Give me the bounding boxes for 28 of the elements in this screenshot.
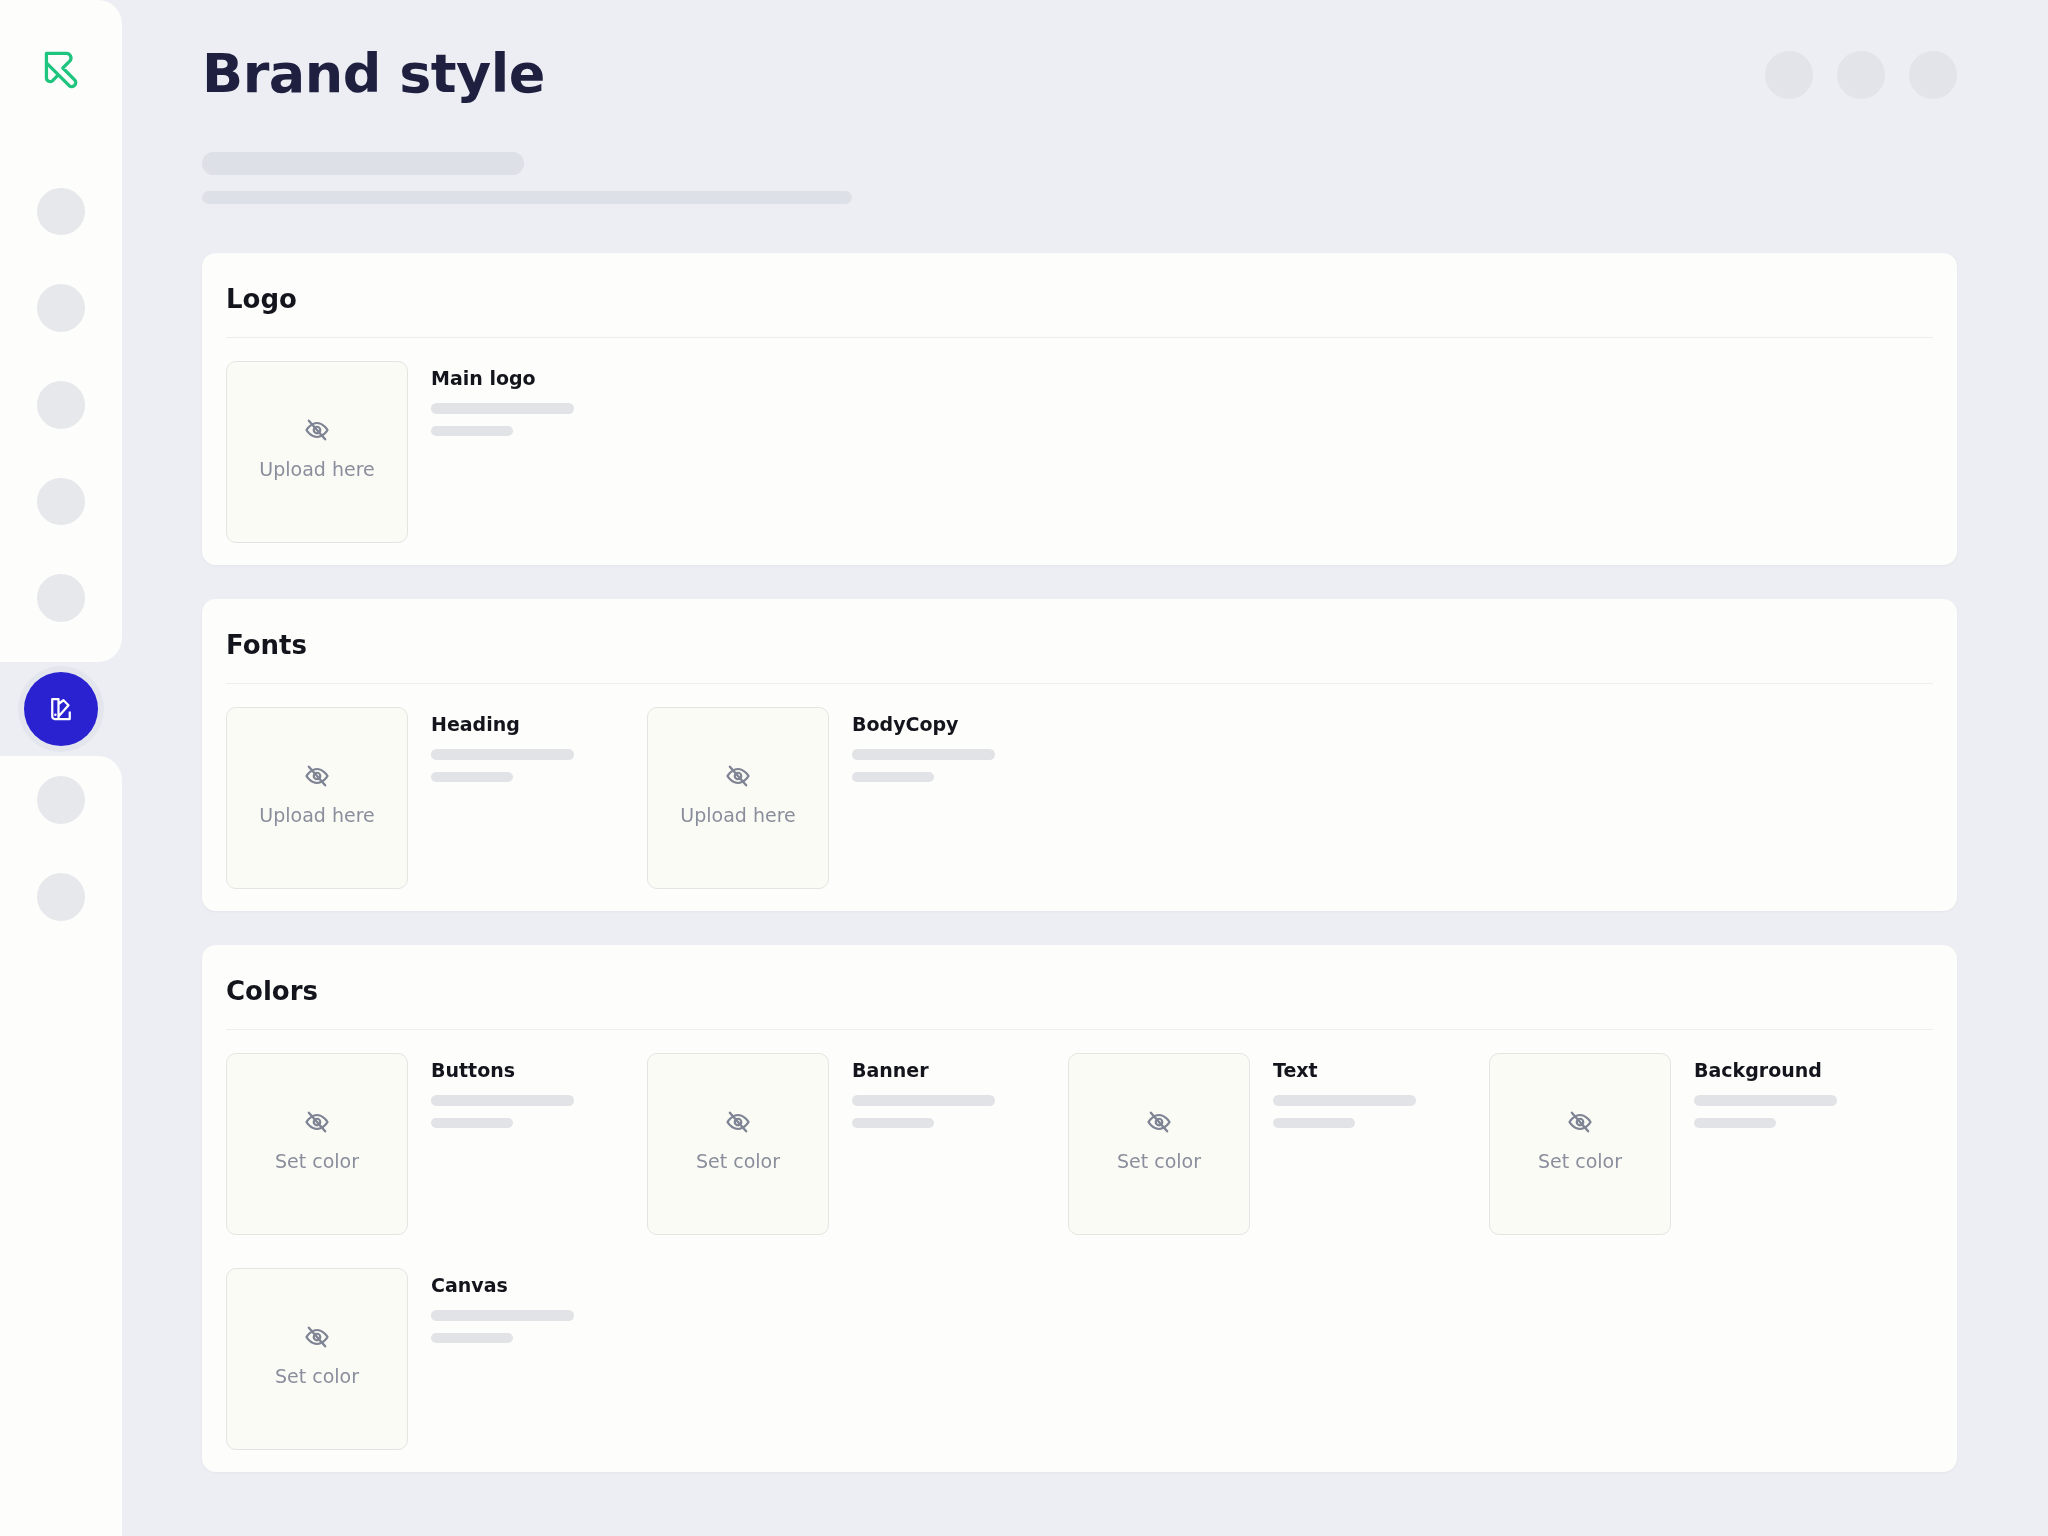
item-title: Canvas (431, 1273, 509, 1298)
tile-label: Set color (275, 1365, 359, 1387)
tile-label: Set color (696, 1150, 780, 1172)
tile-label: Set color (275, 1150, 359, 1172)
upload-tile[interactable]: Set color (647, 1053, 829, 1235)
page-title: Brand style (202, 41, 545, 107)
item-title: Banner (852, 1058, 930, 1083)
upload-tile[interactable]: Upload here (647, 707, 829, 889)
section-title: Fonts (226, 629, 308, 662)
section-title: Logo (226, 283, 298, 316)
upload-tile[interactable]: Upload here (226, 707, 408, 889)
upload-tile[interactable]: Set color (1068, 1053, 1250, 1235)
upload-tile[interactable]: Set color (226, 1053, 408, 1235)
section-title: Colors (226, 975, 319, 1008)
tile-label: Set color (1117, 1150, 1201, 1172)
upload-tile[interactable]: Set color (1489, 1053, 1671, 1235)
item-title: Background (1694, 1058, 1823, 1083)
item-title: Buttons (431, 1058, 517, 1083)
upload-tile[interactable]: Upload here (226, 361, 408, 543)
tile-label: Upload here (259, 458, 375, 480)
tile-label: Upload here (259, 804, 375, 826)
item-title: Main logo (431, 366, 537, 391)
tile-label: Set color (1538, 1150, 1622, 1172)
tile-label: Upload here (680, 804, 796, 826)
item-title: Heading (431, 712, 521, 737)
item-title: BodyCopy (852, 712, 960, 737)
item-title: Text (1273, 1058, 1319, 1083)
upload-tile[interactable]: Set color (226, 1268, 408, 1450)
